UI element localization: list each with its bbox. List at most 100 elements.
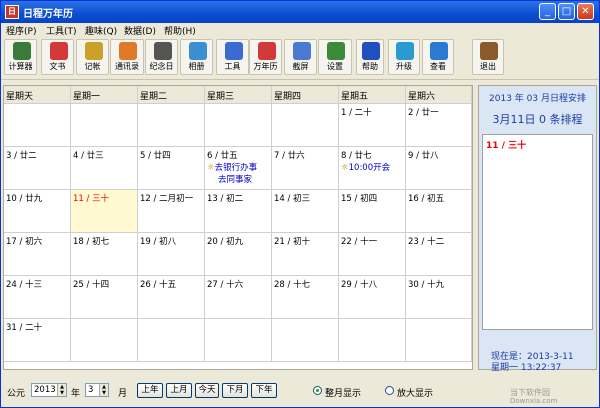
title-bar[interactable]: 日 日程万年历 _ □ ✕ — [1, 1, 599, 23]
calendar-day-cell[interactable] — [339, 319, 406, 362]
calendar-day-cell[interactable] — [205, 319, 272, 362]
toolbar-button[interactable]: 计算器 — [4, 39, 37, 75]
toolbar-button[interactable]: 纪念日 — [145, 39, 178, 75]
menu-program[interactable]: 程序(P) — [6, 24, 36, 37]
calendar-day-cell[interactable]: 28 / 十七 — [272, 276, 339, 319]
calendar-day-cell[interactable]: 2 / 廿一 — [406, 104, 472, 147]
calendar-day-cell[interactable]: 16 / 初五 — [406, 190, 472, 233]
calendar-day-cell[interactable]: 9 / 廿八 — [406, 147, 472, 190]
day-label: 31 / 二十 — [6, 323, 43, 333]
toolbar-button[interactable]: 查看 — [422, 39, 454, 75]
day-label: 11 / 三十 — [73, 194, 110, 204]
toolbar-button[interactable]: 文书 — [41, 39, 74, 75]
calendar-day-cell[interactable]: 15 / 初四 — [339, 190, 406, 233]
month-view-radio[interactable] — [313, 386, 322, 395]
menu-help[interactable]: 帮助(H) — [164, 24, 196, 37]
calendar-day-cell[interactable]: 6 / 廿五 ☼去银行办事 去同事家 — [205, 147, 272, 190]
spinner-arrows-icon[interactable]: ▲ ▼ — [99, 384, 108, 396]
menu-tools[interactable]: 工具(T) — [46, 24, 77, 37]
calendar-day-cell[interactable] — [272, 319, 339, 362]
calendar-event[interactable]: ☼去银行办事 — [207, 161, 271, 173]
today-button[interactable]: 今天 — [195, 383, 219, 398]
calendar-day-cell[interactable] — [205, 104, 272, 147]
toolbar-button[interactable]: 记帐 — [76, 39, 109, 75]
event-bell-icon: ☼ — [341, 163, 349, 173]
month-spinner[interactable]: 3 ▲ ▼ — [85, 383, 109, 397]
toolbar-button[interactable]: 相册 — [180, 39, 213, 75]
zoom-view-radio[interactable] — [385, 386, 394, 395]
next-year-button[interactable]: 下年 — [251, 383, 277, 398]
calendar-day-cell[interactable]: 12 / 二月初一 — [138, 190, 205, 233]
calendar-day-cell[interactable] — [138, 319, 205, 362]
weekday-header: 星期五 — [339, 86, 406, 104]
day-label: 5 / 廿四 — [140, 151, 171, 161]
calendar-day-cell[interactable]: 20 / 初九 — [205, 233, 272, 276]
calendar-day-cell[interactable]: 31 / 二十 — [4, 319, 71, 362]
toolbar-button[interactable]: 退出 — [472, 39, 504, 75]
calendar-day-cell[interactable] — [406, 319, 472, 362]
toolbar-button[interactable]: 设置 — [318, 39, 352, 75]
toolbar-button[interactable]: 工具 — [216, 39, 249, 75]
calendar-day-cell[interactable]: 1 / 二十 — [339, 104, 406, 147]
calendar-day-cell[interactable]: 3 / 廿二 — [4, 147, 71, 190]
maximize-button[interactable]: □ — [558, 3, 575, 20]
calendar-day-cell[interactable]: 7 / 廿六 — [272, 147, 339, 190]
day-label: 4 / 廿三 — [73, 151, 104, 161]
toolbar-button[interactable]: 升级 — [388, 39, 420, 75]
calendar-event[interactable]: 去同事家 — [218, 173, 271, 185]
calendar-day-cell[interactable]: 17 / 初六 — [4, 233, 71, 276]
calendar-day-cell[interactable]: 24 / 十三 — [4, 276, 71, 319]
prev-month-button[interactable]: 上月 — [166, 383, 192, 398]
window-title: 日程万年历 — [23, 9, 73, 20]
calendar-day-cell[interactable]: 14 / 初三 — [272, 190, 339, 233]
toolbar-button[interactable]: 截屏 — [284, 39, 317, 75]
calendar-day-cell[interactable]: 22 / 十一 — [339, 233, 406, 276]
day-label: 8 / 廿七 — [341, 151, 372, 161]
day-label: 23 / 十二 — [408, 237, 445, 247]
calendar-day-cell[interactable]: 27 / 十六 — [205, 276, 272, 319]
schedule-day-count: 3月11日 0 条排程 — [492, 113, 583, 126]
toolbar-button[interactable]: 通讯录 — [110, 39, 144, 75]
calendar-event[interactable]: ☼10:00开会 — [341, 161, 405, 173]
calendar-day-cell[interactable]: 10 / 廿九 — [4, 190, 71, 233]
calendar-day-cell[interactable]: 13 / 初二 — [205, 190, 272, 233]
next-month-button[interactable]: 下月 — [222, 383, 248, 398]
calendar-day-cell[interactable]: 30 / 十九 — [406, 276, 472, 319]
day-label: 15 / 初四 — [341, 194, 378, 204]
calendar-day-cell[interactable]: 23 / 十二 — [406, 233, 472, 276]
month-unit-label: 月 — [118, 389, 128, 399]
calendar-day-cell[interactable] — [4, 104, 71, 147]
menu-fun[interactable]: 趣味(Q) — [85, 24, 117, 37]
spinner-arrows-icon[interactable]: ▲ ▼ — [57, 384, 66, 396]
calendar-day-cell[interactable]: 5 / 廿四 — [138, 147, 205, 190]
prev-year-button[interactable]: 上年 — [137, 383, 163, 398]
schedule-list[interactable]: 11 / 三十 — [482, 134, 593, 330]
day-label: 13 / 初二 — [207, 194, 244, 204]
day-label: 1 / 二十 — [341, 108, 372, 118]
calendar-day-cell[interactable]: 11 / 三十 — [71, 190, 138, 233]
calendar-day-cell[interactable]: 19 / 初八 — [138, 233, 205, 276]
calendar-day-cell[interactable]: 8 / 廿七 ☼10:00开会 — [339, 147, 406, 190]
day-label: 20 / 初九 — [207, 237, 244, 247]
weekday-header: 星期六 — [406, 86, 472, 104]
upgrade-icon — [396, 42, 414, 60]
calendar-day-cell[interactable]: 25 / 十四 — [71, 276, 138, 319]
calendar-day-cell[interactable]: 29 / 十八 — [339, 276, 406, 319]
calendar-day-cell[interactable]: 18 / 初七 — [71, 233, 138, 276]
calendar-day-cell[interactable] — [71, 319, 138, 362]
year-spinner[interactable]: 2013 ▲ ▼ — [31, 383, 67, 397]
toolbar-button-label: 计算器 — [8, 62, 33, 71]
year-value: 2013 — [34, 385, 56, 395]
calendar-day-cell[interactable] — [71, 104, 138, 147]
toolbar-button[interactable]: 万年历 — [249, 39, 282, 75]
toolbar-button-label: 纪念日 — [149, 62, 174, 71]
calendar-day-cell[interactable]: 21 / 初十 — [272, 233, 339, 276]
calendar-day-cell[interactable]: 4 / 廿三 — [71, 147, 138, 190]
calendar-day-cell[interactable]: 26 / 十五 — [138, 276, 205, 319]
calendar-day-cell[interactable] — [138, 104, 205, 147]
toolbar-button[interactable]: 帮助 — [356, 39, 384, 75]
close-button[interactable]: ✕ — [577, 3, 594, 20]
calendar-day-cell[interactable] — [272, 104, 339, 147]
minimize-button[interactable]: _ — [539, 3, 556, 20]
menu-data[interactable]: 数据(D) — [124, 24, 156, 37]
